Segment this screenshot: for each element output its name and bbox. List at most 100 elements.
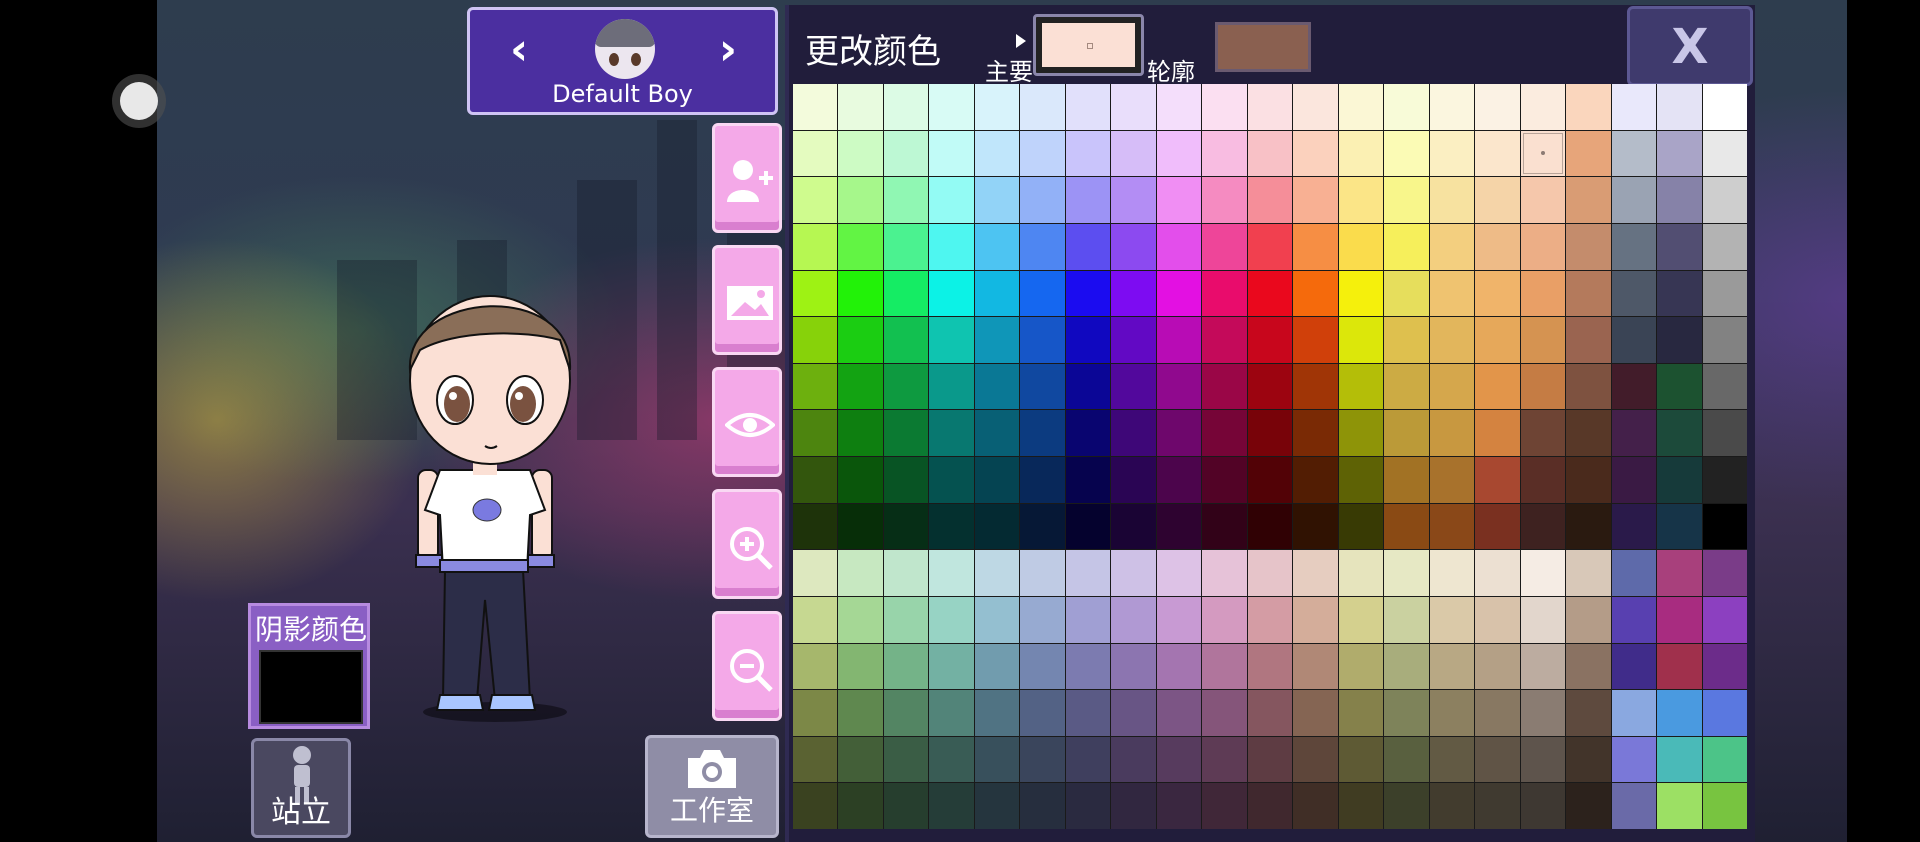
color-swatch[interactable] [1475, 457, 1520, 503]
color-swatch[interactable] [1202, 317, 1247, 363]
color-swatch[interactable] [1111, 84, 1156, 130]
color-swatch[interactable] [1202, 410, 1247, 456]
floating-menu-button[interactable] [120, 82, 158, 120]
color-swatch[interactable] [1156, 84, 1202, 130]
color-swatch[interactable] [1657, 84, 1702, 130]
color-swatch[interactable] [1247, 503, 1293, 550]
color-swatch[interactable] [1566, 736, 1611, 783]
color-swatch[interactable] [1657, 223, 1702, 270]
color-swatch[interactable] [838, 783, 883, 829]
color-swatch[interactable] [1020, 457, 1065, 503]
color-swatch[interactable] [1338, 550, 1384, 596]
color-swatch[interactable] [1475, 690, 1520, 736]
color-swatch[interactable] [1293, 84, 1338, 130]
outline-color-swatch[interactable] [1215, 22, 1311, 72]
color-swatch[interactable] [929, 457, 974, 503]
color-swatch[interactable] [1020, 550, 1065, 596]
color-swatch[interactable] [1520, 690, 1566, 736]
color-swatch[interactable] [1520, 550, 1566, 596]
color-swatch[interactable] [1247, 270, 1293, 317]
color-swatch[interactable] [1156, 363, 1202, 410]
color-swatch[interactable] [1065, 690, 1111, 736]
color-swatch[interactable] [1702, 643, 1747, 690]
shadow-color-swatch[interactable] [259, 650, 363, 724]
color-swatch[interactable] [1202, 223, 1247, 270]
color-swatch[interactable] [1429, 177, 1475, 223]
color-swatch[interactable] [974, 457, 1020, 503]
color-swatch[interactable] [1702, 690, 1747, 736]
color-swatch[interactable] [1657, 317, 1702, 363]
color-swatch[interactable] [1293, 550, 1338, 596]
color-swatch[interactable] [1111, 457, 1156, 503]
color-swatch[interactable] [1611, 736, 1657, 783]
color-swatch[interactable] [838, 503, 883, 550]
color-swatch[interactable] [1475, 503, 1520, 550]
color-swatch[interactable] [1657, 503, 1702, 550]
color-swatch[interactable] [883, 410, 929, 456]
color-swatch[interactable] [1520, 130, 1566, 177]
color-swatch[interactable] [1475, 643, 1520, 690]
color-swatch[interactable] [1429, 643, 1475, 690]
color-swatch[interactable] [1520, 410, 1566, 456]
color-swatch[interactable] [1566, 317, 1611, 363]
color-swatch[interactable] [1020, 783, 1065, 829]
color-swatch[interactable] [974, 177, 1020, 223]
color-swatch[interactable] [929, 410, 974, 456]
color-swatch[interactable] [929, 550, 974, 596]
color-swatch[interactable] [838, 690, 883, 736]
next-character-button[interactable]: › [719, 28, 737, 72]
color-swatch[interactable] [1566, 130, 1611, 177]
color-swatch[interactable] [1202, 783, 1247, 829]
color-swatch[interactable] [883, 596, 929, 643]
color-swatch[interactable] [1111, 596, 1156, 643]
color-swatch[interactable] [883, 783, 929, 829]
color-swatch[interactable] [1338, 690, 1384, 736]
color-swatch[interactable] [1020, 317, 1065, 363]
color-swatch[interactable] [883, 363, 929, 410]
color-swatch[interactable] [1065, 503, 1111, 550]
color-swatch[interactable] [838, 223, 883, 270]
color-swatch[interactable] [929, 783, 974, 829]
color-swatch[interactable] [1611, 643, 1657, 690]
color-swatch[interactable] [1156, 736, 1202, 783]
close-button[interactable]: X [1627, 6, 1753, 86]
color-swatch[interactable] [1566, 270, 1611, 317]
color-swatch[interactable] [1202, 130, 1247, 177]
color-swatch[interactable] [1429, 503, 1475, 550]
color-swatch[interactable] [1065, 410, 1111, 456]
color-swatch[interactable] [1202, 270, 1247, 317]
color-swatch[interactable] [883, 457, 929, 503]
color-swatch[interactable] [1111, 783, 1156, 829]
color-swatch[interactable] [974, 410, 1020, 456]
color-swatch[interactable] [1065, 223, 1111, 270]
color-swatch[interactable] [1566, 457, 1611, 503]
color-swatch[interactable] [1611, 363, 1657, 410]
color-swatch[interactable] [883, 550, 929, 596]
color-swatch[interactable] [838, 177, 883, 223]
color-swatch[interactable] [838, 130, 883, 177]
color-swatch[interactable] [1338, 457, 1384, 503]
color-swatch[interactable] [883, 643, 929, 690]
color-swatch[interactable] [1111, 643, 1156, 690]
color-swatch[interactable] [1611, 457, 1657, 503]
color-swatch[interactable] [1384, 130, 1429, 177]
color-swatch[interactable] [1520, 457, 1566, 503]
color-swatch[interactable] [793, 783, 838, 829]
color-swatch[interactable] [838, 410, 883, 456]
color-swatch[interactable] [1111, 410, 1156, 456]
color-swatch[interactable] [1293, 643, 1338, 690]
color-swatch[interactable] [1475, 410, 1520, 456]
color-swatch[interactable] [1702, 177, 1747, 223]
color-swatch[interactable] [1566, 550, 1611, 596]
add-character-button[interactable] [712, 123, 782, 233]
color-swatch[interactable] [1156, 783, 1202, 829]
color-swatch[interactable] [1156, 503, 1202, 550]
color-swatch[interactable] [793, 363, 838, 410]
color-swatch[interactable] [1657, 596, 1702, 643]
color-swatch[interactable] [838, 457, 883, 503]
color-swatch[interactable] [1338, 223, 1384, 270]
color-swatch[interactable] [1020, 223, 1065, 270]
color-swatch[interactable] [1384, 84, 1429, 130]
color-swatch[interactable] [1111, 223, 1156, 270]
color-swatch[interactable] [929, 503, 974, 550]
